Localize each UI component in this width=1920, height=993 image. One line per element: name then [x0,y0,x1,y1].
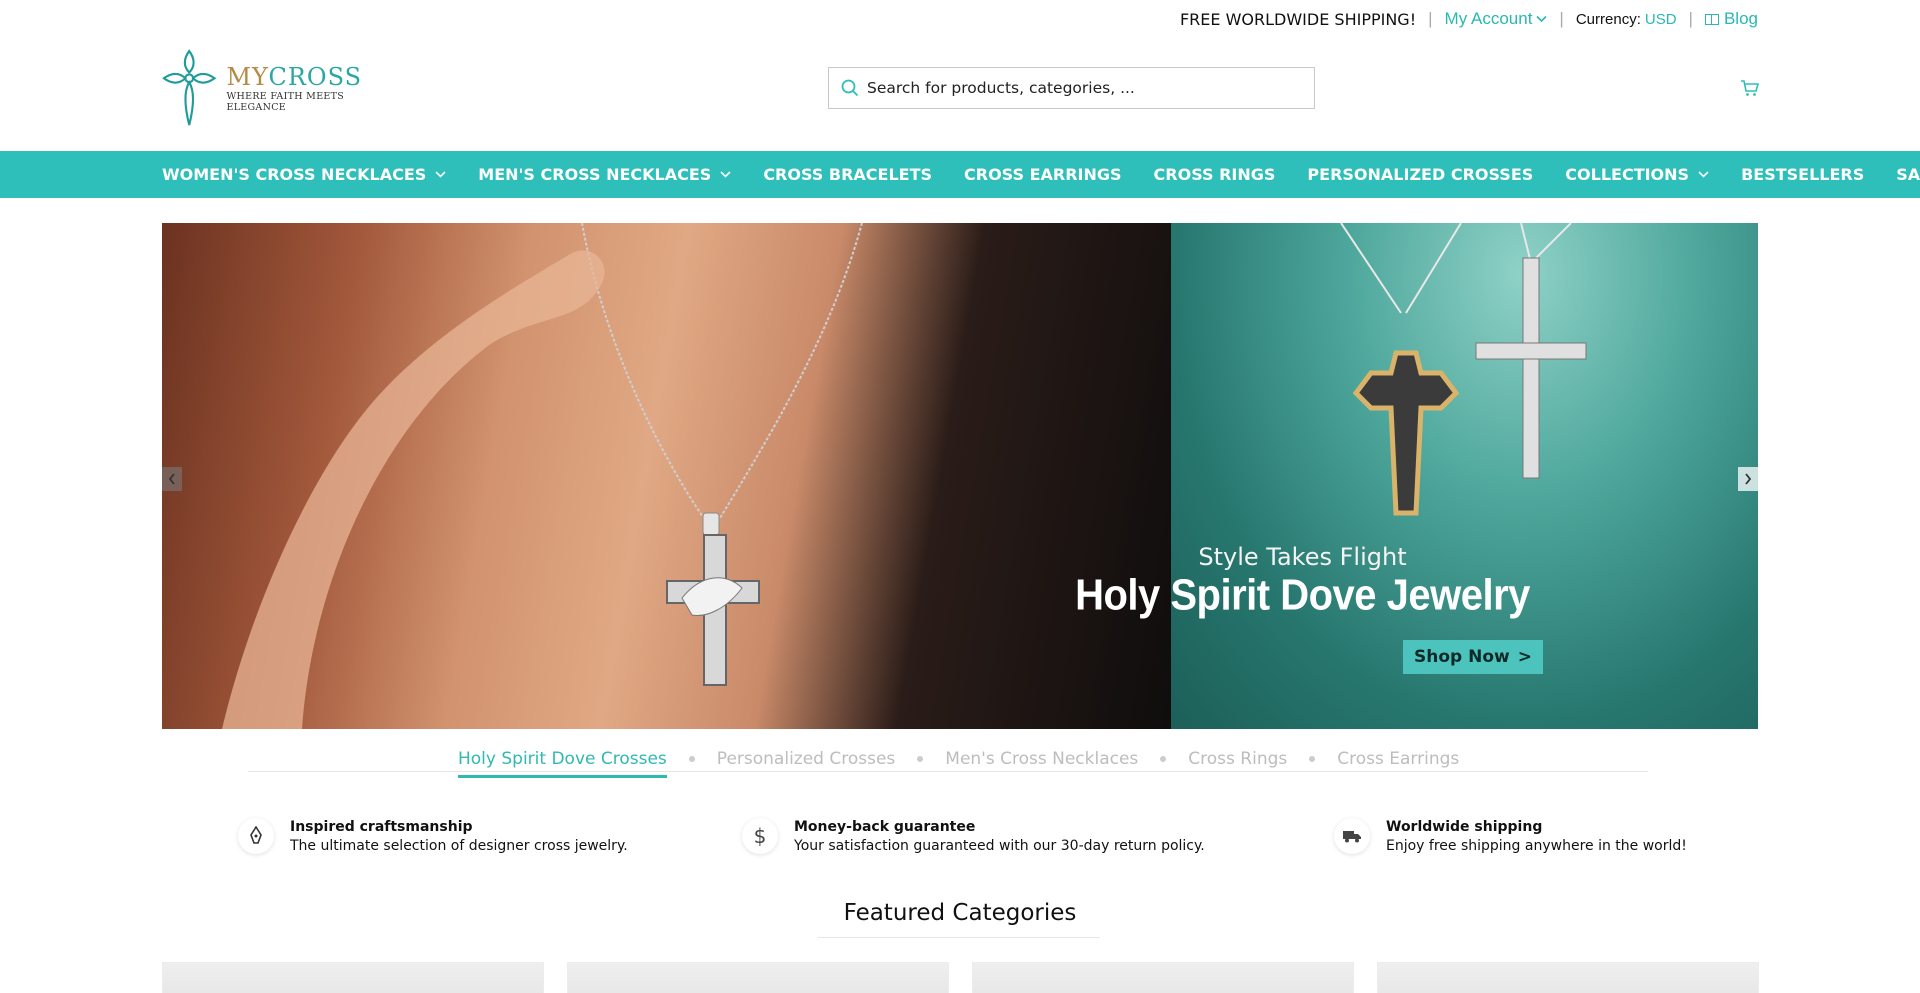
nav-item-label: BESTSELLERS [1741,165,1865,184]
cart-icon [1741,80,1760,96]
my-account-label: My Account [1444,9,1533,28]
feature-description: The ultimate selection of designer cross… [290,837,628,854]
shop-now-button[interactable]: Shop Now > [1403,640,1543,674]
feature-title: Money-back guarantee [794,818,976,835]
main-nav: WOMEN'S CROSS NECKLACES MEN'S CROSS NECK… [0,151,1920,198]
nav-item-label: MEN'S CROSS NECKLACES [478,165,712,184]
carousel-prev-button[interactable] [162,467,182,491]
brand-name: MYCROSS [226,63,402,91]
feature-title: Inspired craftsmanship [290,818,473,835]
nav-item-sale[interactable]: SALE [1896,165,1920,184]
brand-name-part2: CROSS [268,63,363,91]
nav-item-label: WOMEN'S CROSS NECKLACES [162,165,427,184]
nav-item-bestsellers[interactable]: BESTSELLERS [1741,165,1864,184]
category-grid [162,962,1759,993]
blog-link[interactable]: Blog [1704,9,1758,29]
title-underline [818,937,1100,938]
chevron-down-icon [720,171,731,178]
feature-craftsmanship: Inspired craftsmanship The ultimate sele… [238,818,628,854]
top-utility-bar: FREE WORLDWIDE SHIPPING! | My Account | … [1180,8,1758,30]
cross-logo-icon [162,49,217,126]
category-card[interactable] [162,962,544,993]
divider: | [1428,9,1433,28]
chevron-down-icon [1536,15,1547,23]
nav-item-womens-cross-necklaces[interactable]: WOMEN'S CROSS NECKLACES [162,165,446,184]
search-icon [841,79,859,97]
category-card[interactable] [567,962,949,993]
dollar-icon: $ [742,818,778,854]
chevron-right-icon [1745,473,1752,485]
tab-separator-dot [1160,756,1167,762]
divider: | [1559,9,1564,28]
hero-model-image [162,223,1171,729]
necklace-illustration [222,223,863,729]
shop-now-label: Shop Now [1414,647,1510,667]
category-card[interactable] [1377,962,1759,993]
site-logo[interactable]: MYCROSS WHERE FAITH MEETS ELEGANCE [162,48,402,128]
pen-nib-icon [238,818,274,854]
nav-item-collections[interactable]: COLLECTIONS [1565,165,1709,184]
nav-item-label: COLLECTIONS [1565,165,1690,184]
currency-selector[interactable]: Currency: USD [1576,11,1677,28]
truck-icon [1334,818,1370,854]
hero-banner[interactable]: Style Takes Flight Holy Spirit Dove Jewe… [162,223,1758,729]
chevron-left-icon [168,473,175,485]
tab-separator-dot [1309,756,1316,762]
featured-categories-title: Featured Categories [843,900,1077,926]
nav-item-label: SALE [1896,165,1920,184]
blog-label: Blog [1723,9,1758,28]
carousel-next-button[interactable] [1738,467,1758,491]
brand-name-part1: MY [226,63,269,91]
brand-tagline: WHERE FAITH MEETS ELEGANCE [226,91,345,113]
feature-description: Your satisfaction guaranteed with our 30… [794,837,1205,854]
tab-cross-rings[interactable]: Cross Rings [1188,743,1287,775]
tab-holy-spirit-dove-crosses[interactable]: Holy Spirit Dove Crosses [458,740,667,778]
nav-item-personalized-crosses[interactable]: PERSONALIZED CROSSES [1307,165,1533,184]
tab-personalized-crosses[interactable]: Personalized Crosses [717,743,895,775]
chevron-down-icon [435,171,446,178]
feature-description: Enjoy free shipping anywhere in the worl… [1386,837,1687,854]
nav-item-label: CROSS RINGS [1153,165,1276,184]
cart-button[interactable] [1740,79,1760,102]
my-account-link[interactable]: My Account [1445,9,1548,29]
free-shipping-banner: FREE WORLDWIDE SHIPPING! [1179,9,1417,29]
nav-item-label: CROSS EARRINGS [964,165,1122,184]
feature-money-back: $ Money-back guarantee Your satisfaction… [742,818,1205,854]
carousel-tabs: Holy Spirit Dove Crosses Personalized Cr… [248,736,1648,778]
tab-separator-dot [688,756,695,762]
tab-cross-earrings[interactable]: Cross Earrings [1337,743,1459,775]
category-card[interactable] [972,962,1354,993]
tab-mens-cross-necklaces[interactable]: Men's Cross Necklaces [945,743,1138,775]
nav-item-mens-cross-necklaces[interactable]: MEN'S CROSS NECKLACES [478,165,731,184]
search-box[interactable] [828,67,1315,109]
shop-now-arrow: > [1517,647,1532,667]
feature-worldwide-shipping: Worldwide shipping Enjoy free shipping a… [1334,818,1687,854]
currency-value[interactable]: USD [1645,11,1677,28]
hero-title: Holy Spirit Dove Jewelry [1075,570,1530,620]
divider: | [1688,9,1693,28]
book-icon [1704,13,1719,25]
chevron-down-icon [1698,171,1709,178]
nav-item-cross-rings[interactable]: CROSS RINGS [1154,165,1276,184]
currency-label: Currency: [1575,10,1641,28]
nav-item-cross-bracelets[interactable]: CROSS BRACELETS [763,165,932,184]
hero-subtitle: Style Takes Flight [1198,543,1407,571]
nav-item-label: PERSONALIZED CROSSES [1307,165,1534,184]
search-input[interactable] [867,79,1307,97]
feature-title: Worldwide shipping [1386,818,1543,835]
nav-item-cross-earrings[interactable]: CROSS EARRINGS [964,165,1122,184]
tab-separator-dot [917,756,924,762]
nav-item-label: CROSS BRACELETS [763,165,933,184]
